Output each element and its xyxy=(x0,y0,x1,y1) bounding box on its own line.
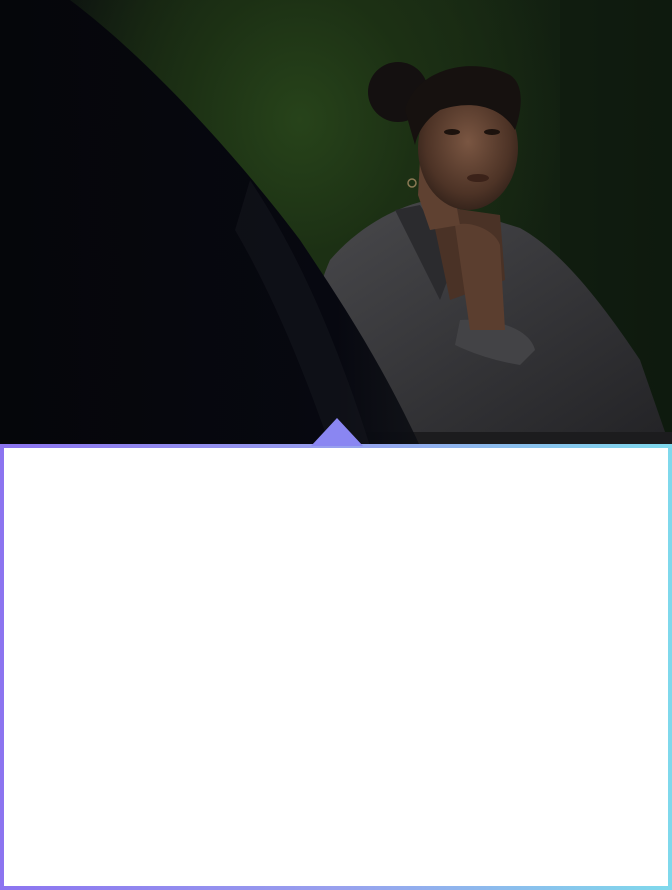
foreground-shadow xyxy=(0,0,420,446)
content-card-body xyxy=(4,448,668,886)
hero-image xyxy=(0,0,672,446)
page-root xyxy=(0,0,672,890)
content-card xyxy=(0,444,672,890)
pointer-triangle xyxy=(311,418,363,446)
portrait-illustration xyxy=(0,0,672,446)
